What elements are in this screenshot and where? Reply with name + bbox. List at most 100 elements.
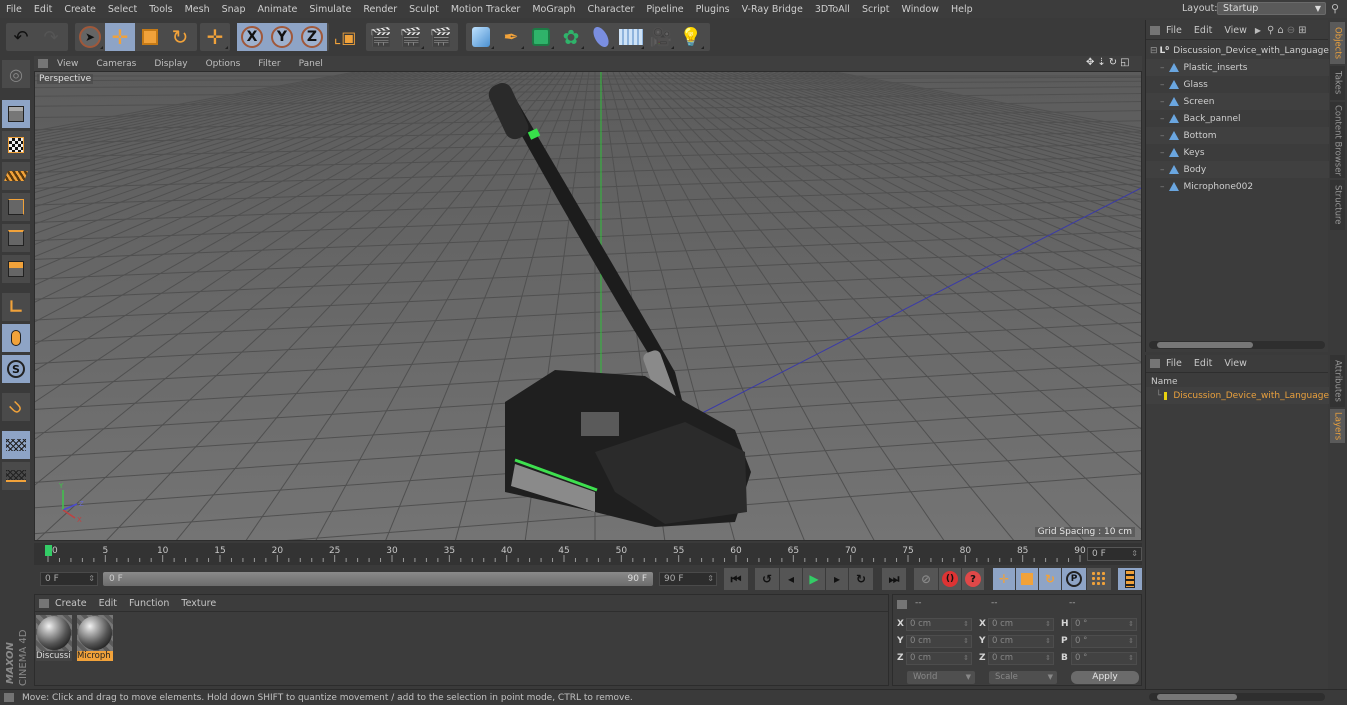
render-view-button[interactable]: 🎬 bbox=[366, 23, 396, 51]
menu-plugins[interactable]: Plugins bbox=[690, 4, 736, 15]
tree-expand-icon[interactable]: ⊟ bbox=[1150, 46, 1158, 56]
go-to-end-button[interactable]: ⏭ bbox=[882, 568, 906, 590]
axis-mode-button[interactable]: ∟ bbox=[2, 293, 30, 321]
model-mode-button[interactable] bbox=[2, 100, 30, 128]
record-keys-button[interactable]: ⊘ bbox=[914, 568, 938, 590]
menu-create[interactable]: Create bbox=[58, 4, 102, 15]
subdivision-surface-button[interactable] bbox=[526, 23, 556, 51]
panel-grip-icon[interactable] bbox=[897, 600, 907, 609]
maximize-view-icon[interactable]: ◱ bbox=[1120, 57, 1129, 68]
viewport-menu-cameras[interactable]: Cameras bbox=[87, 59, 145, 69]
menu-3dtoall[interactable]: 3DToAll bbox=[809, 4, 856, 15]
move-tool-button[interactable]: ✛ bbox=[105, 23, 135, 51]
cloner-button[interactable]: ✿ bbox=[556, 23, 586, 51]
coordinate-mode-dropdown[interactable]: World ▼ bbox=[907, 671, 975, 684]
cube-button[interactable] bbox=[466, 23, 496, 51]
panel-grip-icon[interactable] bbox=[38, 59, 48, 68]
floor-button[interactable] bbox=[616, 23, 646, 51]
autokey-button[interactable]: () bbox=[939, 568, 961, 590]
search-icon[interactable]: ⚲ bbox=[1267, 25, 1274, 36]
rot-b-field[interactable]: 0 ° ⇕ bbox=[1071, 652, 1137, 665]
tab-structure[interactable]: Structure bbox=[1330, 180, 1345, 230]
menu-render[interactable]: Render bbox=[357, 4, 403, 15]
object-horizontal-scrollbar[interactable] bbox=[1149, 341, 1325, 349]
light-button[interactable]: 💡 bbox=[676, 23, 706, 51]
layer-horizontal-scrollbar[interactable] bbox=[1149, 693, 1325, 701]
tab-content-browser[interactable]: Content Browser bbox=[1330, 102, 1345, 178]
home-icon[interactable]: ⌂ bbox=[1277, 25, 1283, 36]
object-row[interactable]: – Plastic_inserts bbox=[1146, 59, 1329, 76]
material-thumbnail[interactable]: Discussi bbox=[36, 615, 72, 661]
pos-y-field[interactable]: 0 cm ⇕ bbox=[906, 635, 972, 648]
menu-snap[interactable]: Snap bbox=[216, 4, 252, 15]
previous-frame-button[interactable]: ◂ bbox=[780, 568, 802, 590]
texture-mode-button[interactable] bbox=[2, 131, 30, 159]
pos-z-field[interactable]: 0 cm ⇕ bbox=[906, 652, 972, 665]
scale-z-field[interactable]: 0 cm ⇕ bbox=[988, 652, 1054, 665]
workplane-mode-button[interactable] bbox=[2, 162, 30, 190]
object-row[interactable]: – Body bbox=[1146, 161, 1329, 178]
tab-objects[interactable]: Objects bbox=[1330, 22, 1345, 64]
undo-button[interactable]: ↶ bbox=[6, 23, 36, 51]
timeline-ruler[interactable]: 0 5 10 15 20 25 30 35 40 45 50 55 60 65 70 75 80 85 90 bbox=[34, 543, 1142, 565]
layout-dropdown[interactable]: Startup ▼ bbox=[1217, 2, 1326, 15]
menu-motion-tracker[interactable]: Motion Tracker bbox=[445, 4, 527, 15]
material-menu-edit[interactable]: Edit bbox=[93, 598, 123, 609]
menu-animate[interactable]: Animate bbox=[252, 4, 304, 15]
layer-color-swatch[interactable] bbox=[1164, 391, 1168, 400]
start-frame-field[interactable]: 0 F ⇕ bbox=[40, 572, 98, 586]
timeline-window-button[interactable] bbox=[1118, 568, 1142, 590]
pen-button[interactable]: ✒ bbox=[496, 23, 526, 51]
live-selection-button[interactable]: ➤ bbox=[75, 23, 105, 51]
end-frame-field[interactable]: 90 F ⇕ bbox=[659, 572, 717, 586]
orbit-icon[interactable]: ↻ bbox=[1109, 57, 1117, 68]
camera-button[interactable]: 🎥 bbox=[646, 23, 676, 51]
material-menu-create[interactable]: Create bbox=[49, 598, 93, 609]
playhead[interactable] bbox=[45, 545, 52, 556]
tab-attributes[interactable]: Attributes bbox=[1330, 355, 1345, 407]
rot-p-field[interactable]: 0 ° ⇕ bbox=[1071, 635, 1137, 648]
key-pla-button[interactable] bbox=[1087, 568, 1111, 590]
menu-sculpt[interactable]: Sculpt bbox=[403, 4, 445, 15]
object-row-root[interactable]: ⊟ L⁰ Discussion_Device_with_Language bbox=[1146, 42, 1329, 59]
redo-button[interactable]: ↷ bbox=[36, 23, 66, 51]
layer-row[interactable]: └ Discussion_Device_with_Language bbox=[1146, 387, 1329, 404]
workplane-align-button[interactable] bbox=[2, 462, 30, 490]
filter-icon[interactable]: ⊖ bbox=[1287, 25, 1295, 36]
new-window-icon[interactable]: ⊞ bbox=[1298, 25, 1306, 36]
play-button[interactable]: ▶ bbox=[803, 568, 825, 590]
x-axis-button[interactable]: X bbox=[237, 23, 267, 51]
solo-button[interactable]: S bbox=[2, 355, 30, 383]
menu-tools[interactable]: Tools bbox=[143, 4, 178, 15]
go-to-start-button[interactable]: ⏮ bbox=[724, 568, 748, 590]
previous-key-button[interactable]: ↺ bbox=[755, 568, 779, 590]
key-position-button[interactable]: ✛ bbox=[993, 568, 1015, 590]
polygons-mode-button[interactable] bbox=[2, 255, 30, 283]
render-to-picture-viewer-button[interactable]: 🎬 bbox=[396, 23, 426, 51]
panel-grip-icon[interactable] bbox=[39, 598, 49, 608]
scrollbar-thumb[interactable] bbox=[1157, 342, 1253, 348]
menu-help[interactable]: Help bbox=[945, 4, 979, 15]
tab-layers[interactable]: Layers bbox=[1330, 409, 1345, 443]
next-frame-button[interactable]: ▸ bbox=[826, 568, 848, 590]
object-row[interactable]: – Back_pannel bbox=[1146, 110, 1329, 127]
edges-mode-button[interactable] bbox=[2, 224, 30, 252]
key-rotation-button[interactable]: ↻ bbox=[1039, 568, 1061, 590]
scale-tool-button[interactable] bbox=[135, 23, 165, 51]
menu-simulate[interactable]: Simulate bbox=[303, 4, 357, 15]
scale-y-field[interactable]: 0 cm ⇕ bbox=[988, 635, 1054, 648]
object-menu-file[interactable]: File bbox=[1160, 25, 1188, 36]
menu-pipeline[interactable]: Pipeline bbox=[640, 4, 689, 15]
z-axis-button[interactable]: Z bbox=[297, 23, 327, 51]
tweak-mode-button[interactable] bbox=[2, 324, 30, 352]
frame-range-slider[interactable]: 0 F 90 F bbox=[103, 572, 653, 586]
coordinate-type-dropdown[interactable]: Scale ▼ bbox=[989, 671, 1057, 684]
make-editable-button[interactable]: ◎ bbox=[2, 60, 30, 88]
object-row[interactable]: – Screen bbox=[1146, 93, 1329, 110]
scrollbar-thumb[interactable] bbox=[1157, 694, 1237, 700]
workplane-lock-button[interactable] bbox=[2, 431, 30, 459]
material-menu-texture[interactable]: Texture bbox=[175, 598, 222, 609]
menu-script[interactable]: Script bbox=[856, 4, 896, 15]
object-row[interactable]: – Bottom bbox=[1146, 127, 1329, 144]
rot-h-field[interactable]: 0 ° ⇕ bbox=[1071, 618, 1137, 631]
